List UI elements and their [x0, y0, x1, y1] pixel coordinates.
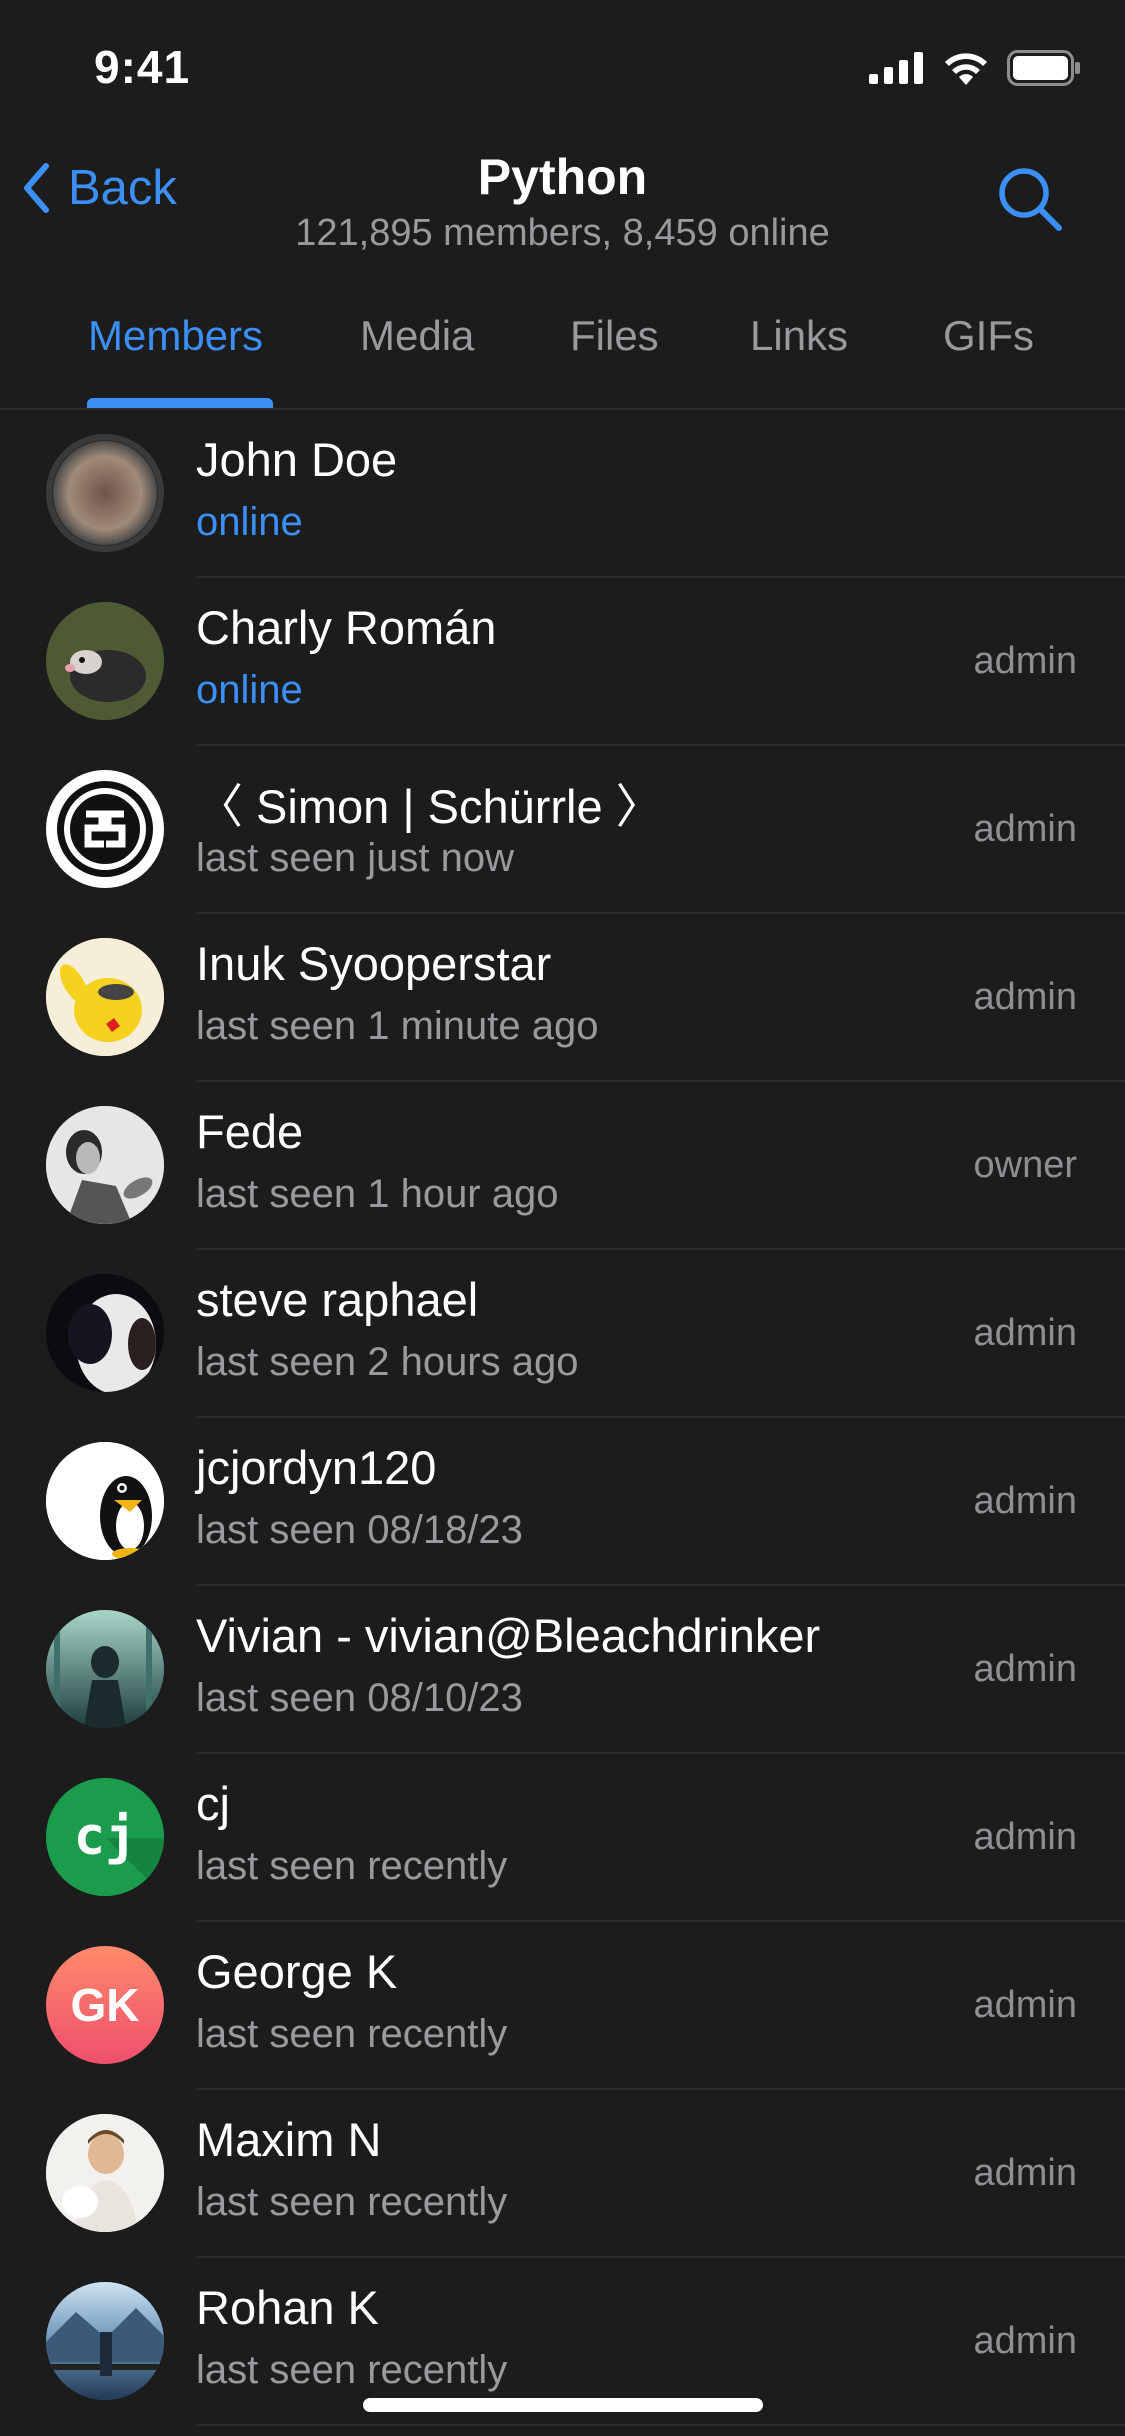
member-status: last seen 08/10/23 — [196, 1676, 523, 1720]
avatar: cj — [46, 1778, 164, 1896]
avatar — [46, 1106, 164, 1224]
tab-gifs[interactable]: GIFs — [943, 312, 1034, 360]
member-status: last seen 2 hours ago — [196, 1340, 579, 1384]
media-tabs: Members Media Files Links GIFs — [0, 290, 1125, 410]
member-status: online — [196, 668, 303, 712]
member-role: admin — [973, 1984, 1078, 2026]
member-row[interactable]: jcjordyn120 last seen 08/18/23 admin — [0, 1418, 1125, 1586]
search-icon — [999, 168, 1062, 231]
page-title: Python — [477, 149, 648, 205]
member-name: Vivian - vivian@Bleachdrinker — [196, 1609, 821, 1662]
tab-media[interactable]: Media — [360, 312, 474, 360]
avatar — [46, 1610, 164, 1728]
member-row[interactable]: Maxim N last seen recently admin — [0, 2090, 1125, 2258]
avatar — [46, 938, 164, 1056]
avatar: GK — [46, 1946, 164, 2064]
member-row[interactable]: Fede last seen 1 hour ago owner — [0, 1082, 1125, 1250]
status-icons — [869, 50, 1081, 86]
avatar-initials: GK — [70, 1979, 140, 2031]
member-name: Maxim N — [196, 2113, 382, 2166]
member-role: admin — [973, 1480, 1078, 1522]
member-status: last seen 1 minute ago — [196, 1004, 599, 1048]
tab-members[interactable]: Members — [88, 312, 263, 360]
member-count: 121,895 members, 8,459 online — [295, 212, 830, 254]
avatar — [46, 1274, 164, 1392]
member-name: 〈 Simon | Schürrle 〉 — [196, 780, 663, 833]
member-name: George K — [196, 1945, 398, 1998]
status-bar: 9:41 — [0, 0, 1125, 140]
member-name: Charly Román — [196, 601, 497, 654]
member-name: jcjordyn120 — [196, 1441, 437, 1494]
home-indicator[interactable] — [363, 2398, 763, 2412]
avatar — [46, 602, 164, 720]
member-row[interactable]: 〈 Simon | Schürrle 〉 last seen just now … — [0, 746, 1125, 914]
avatar — [46, 2114, 164, 2232]
member-status: last seen recently — [196, 2012, 508, 2056]
member-role: admin — [973, 2152, 1078, 2194]
member-status: online — [196, 500, 303, 544]
member-name: Rohan K — [196, 2281, 379, 2334]
member-name: Inuk Syooperstar — [196, 937, 552, 990]
member-row[interactable]: Charly Román online admin — [0, 578, 1125, 746]
tab-files[interactable]: Files — [570, 312, 659, 360]
member-role: owner — [973, 1144, 1078, 1186]
member-name: steve raphael — [196, 1273, 479, 1326]
member-status: last seen just now — [196, 836, 514, 880]
member-name: John Doe — [196, 433, 398, 486]
member-status: last seen 1 hour ago — [196, 1172, 559, 1216]
status-time: 9:41 — [94, 41, 191, 93]
member-role: admin — [973, 976, 1078, 1018]
active-tab-indicator — [87, 398, 273, 408]
member-status: last seen recently — [196, 2348, 508, 2392]
member-role: admin — [973, 2320, 1078, 2362]
member-role: admin — [973, 1816, 1078, 1858]
member-status: last seen recently — [196, 2180, 508, 2224]
member-row[interactable]: steve raphael last seen 2 hours ago admi… — [0, 1250, 1125, 1418]
avatar — [46, 434, 164, 552]
member-role: admin — [973, 1312, 1078, 1354]
member-role: admin — [973, 640, 1078, 682]
member-row[interactable]: GK George K last seen recently admin — [0, 1922, 1125, 2090]
member-name: cj — [196, 1777, 230, 1830]
cellular-signal-icon — [869, 52, 923, 84]
member-row[interactable]: cj cj last seen recently admin — [0, 1754, 1125, 1922]
member-list: John Doe online Charly Román online admi… — [0, 410, 1125, 2426]
avatar — [46, 1442, 164, 1560]
search-button[interactable] — [995, 164, 1065, 239]
avatar-initials: cj — [73, 1807, 137, 1867]
avatar — [46, 770, 164, 888]
member-status: last seen recently — [196, 1844, 508, 1888]
chat-header: Python 121,895 members, 8,459 online — [0, 148, 1125, 255]
member-row[interactable]: John Doe online — [0, 410, 1125, 578]
avatar — [46, 2282, 164, 2400]
tab-links[interactable]: Links — [750, 312, 848, 360]
battery-icon — [1007, 50, 1080, 86]
member-row[interactable]: Inuk Syooperstar last seen 1 minute ago … — [0, 914, 1125, 1082]
member-status: last seen 08/18/23 — [196, 1508, 523, 1552]
nav-bar: Back Python 121,895 members, 8,459 onlin… — [0, 140, 1125, 270]
member-name: Fede — [196, 1105, 304, 1158]
member-row[interactable]: Vivian - vivian@Bleachdrinker last seen … — [0, 1586, 1125, 1754]
wifi-icon — [945, 53, 987, 85]
member-role: admin — [973, 1648, 1078, 1690]
divider — [196, 2424, 1125, 2426]
member-role: admin — [973, 808, 1078, 850]
